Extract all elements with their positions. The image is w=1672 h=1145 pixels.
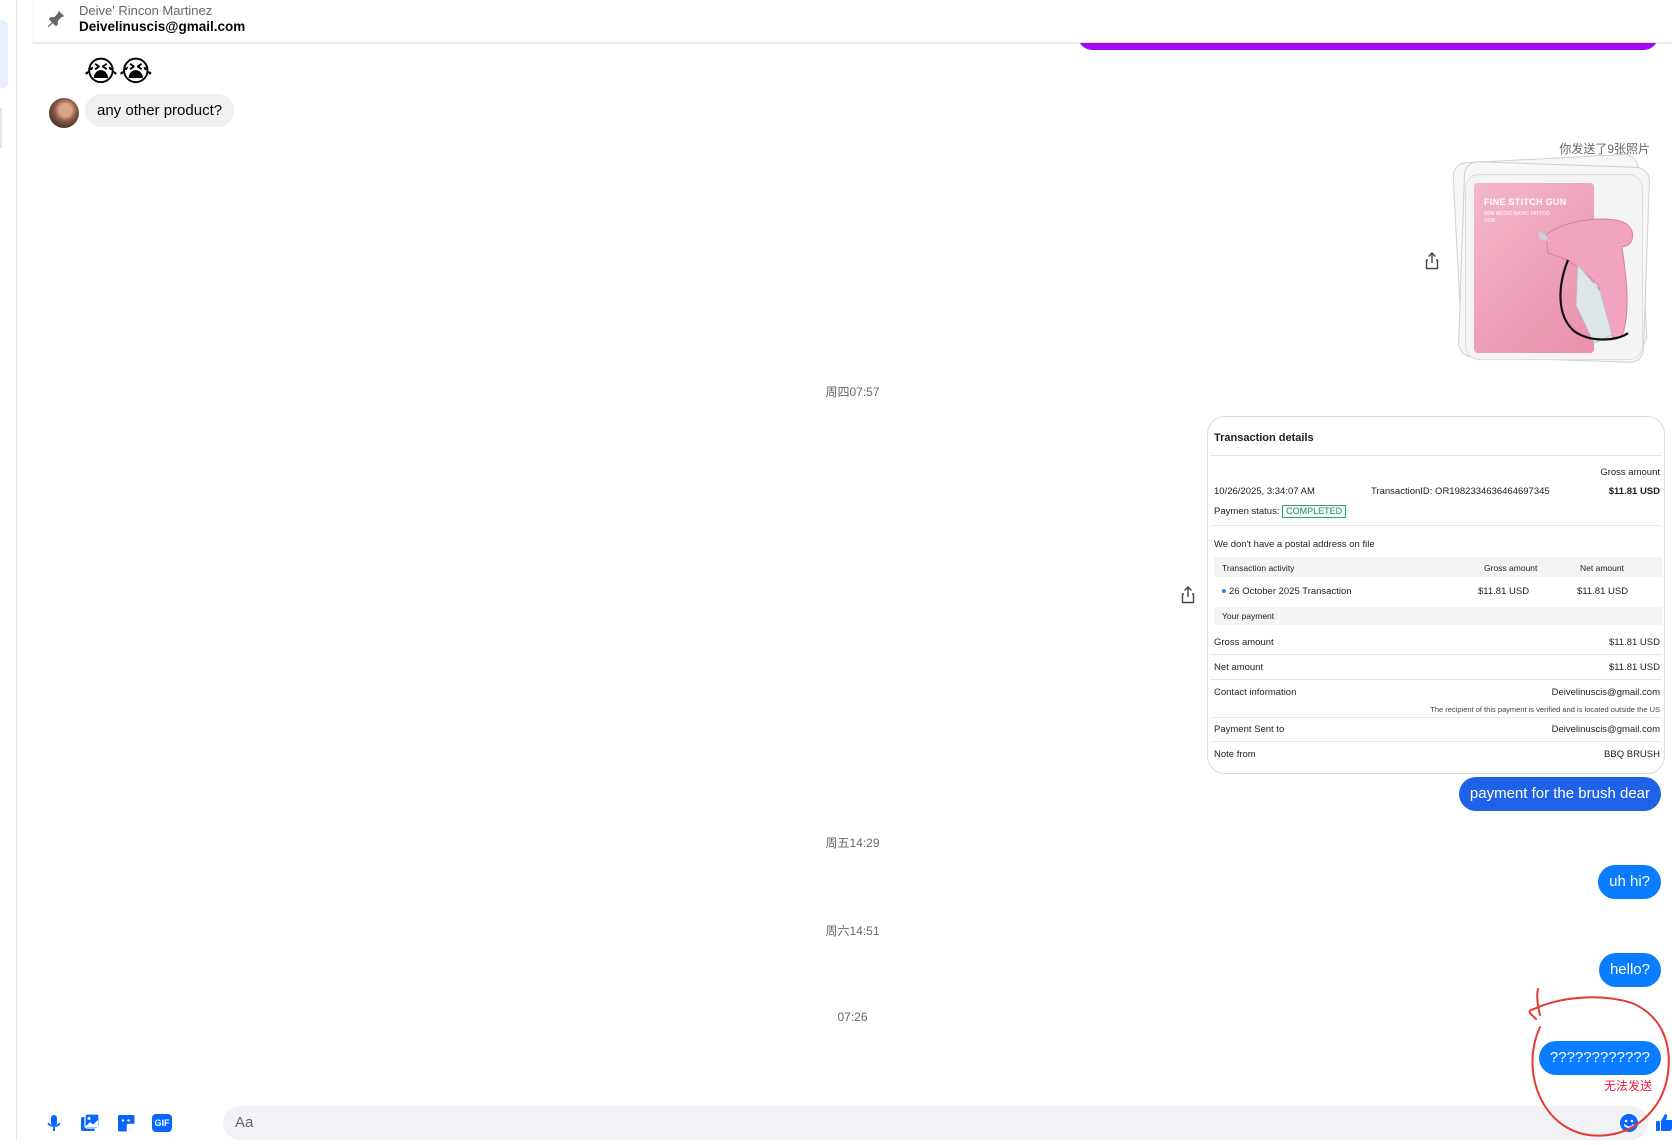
receipt-recipient-note: The recipient of this payment is verifie… xyxy=(1430,705,1660,714)
message-input-placeholder: Aa xyxy=(235,1114,254,1131)
receipt-divider xyxy=(1210,741,1662,742)
emoji-reaction-message: 😭😭 xyxy=(84,56,154,88)
bullet-dot-icon xyxy=(1222,589,1226,594)
contact-email: Deivelinuscis@gmail.com xyxy=(79,19,246,34)
timestamp: 周六14:51 xyxy=(825,924,880,938)
receipt-row-label-text: 26 October 2025 Transaction xyxy=(1229,586,1352,597)
product-photo[interactable]: FINE STITCH GUN MINI MICRO BASIC TATTOO … xyxy=(1465,174,1643,360)
receipt-title: Transaction details xyxy=(1214,432,1314,444)
chat-header: Deive' Rincon Martinez Deivelinuscis@gma… xyxy=(33,0,1672,43)
tag-gun-image xyxy=(1538,218,1634,344)
red-circle-annotation xyxy=(1528,988,1670,1137)
gif-icon[interactable]: GIF xyxy=(152,1114,172,1132)
receipt-gross-header: Gross amount xyxy=(1600,467,1660,478)
receipt-your-payment: Your payment xyxy=(1222,611,1275,621)
receipt-contact-value: Deivelinuscis@gmail.com xyxy=(1551,687,1660,698)
left-rail-selected-indicator xyxy=(0,20,8,88)
receipt-net-label: Net amount xyxy=(1214,662,1264,673)
receipt-divider xyxy=(1210,455,1662,456)
receipt-row-label: 26 October 2025 Transaction xyxy=(1222,586,1352,597)
receipt-row-net: $11.81 USD xyxy=(1577,586,1629,597)
transaction-receipt-image[interactable]: Transaction details Gross amount 10/26/2… xyxy=(1207,416,1665,774)
contact-name: Deive' Rincon Martinez xyxy=(79,3,213,18)
microphone-icon[interactable] xyxy=(44,1113,64,1133)
left-rail-divider xyxy=(0,108,2,148)
timestamp: 周五14:29 xyxy=(825,836,880,850)
photo-icon[interactable] xyxy=(80,1113,100,1133)
receipt-note-label: Note from xyxy=(1214,749,1256,760)
receipt-transaction-id: TransactionID: OR1982334636464697345 xyxy=(1371,486,1550,497)
chat-panel: Deive' Rincon Martinez Deivelinuscis@gma… xyxy=(33,0,1672,1140)
receipt-col-activity: Transaction activity xyxy=(1222,563,1295,573)
receipt-divider xyxy=(1210,654,1662,655)
receipt-status-badge: COMPLETED xyxy=(1282,505,1347,518)
receipt-sent-to-value: Deivelinuscis@gmail.com xyxy=(1551,724,1660,735)
receipt-net-amount: $11.81 USD xyxy=(1608,662,1660,673)
outgoing-message[interactable]: payment for the brush dear xyxy=(1458,777,1661,811)
share-icon[interactable] xyxy=(1424,252,1440,270)
receipt-divider xyxy=(1210,679,1662,680)
receipt-date: 10/26/2025, 3:34:07 AM xyxy=(1214,486,1315,497)
gif-label: GIF xyxy=(154,1118,170,1128)
receipt-contact-label: Contact information xyxy=(1214,687,1297,698)
receipt-status-label: Paymen status: xyxy=(1214,506,1280,517)
receipt-col-gross: Gross amount xyxy=(1484,563,1538,573)
timestamp: 07:26 xyxy=(837,1010,868,1024)
outgoing-message[interactable]: hello? xyxy=(1598,953,1661,987)
receipt-row-gross: $11.81 USD xyxy=(1478,586,1530,597)
incoming-message[interactable]: any other product? xyxy=(85,94,235,127)
avatar[interactable] xyxy=(49,98,79,128)
receipt-gross-amount: $11.81 USD xyxy=(1608,637,1660,648)
left-rail xyxy=(0,0,17,1140)
receipt-postal-note: We don't have a postal address on file xyxy=(1214,539,1375,550)
sticker-icon[interactable] xyxy=(116,1113,136,1133)
receipt-gross-value: $11.81 USD xyxy=(1608,486,1660,497)
receipt-divider xyxy=(1210,717,1662,718)
timestamp: 周四07:57 xyxy=(825,385,880,399)
share-icon[interactable] xyxy=(1180,586,1196,604)
message-input[interactable]: Aa xyxy=(223,1106,1648,1140)
receipt-note-value: BBQ BRUSH xyxy=(1604,749,1660,760)
photo-stack[interactable]: FINE STITCH GUN MINI MICRO BASIC TATTOO … xyxy=(1451,153,1653,364)
receipt-your-payment-bg xyxy=(1214,607,1662,625)
pin-icon[interactable] xyxy=(45,8,67,30)
receipt-sent-to-label: Payment Sent to xyxy=(1214,724,1285,735)
receipt-divider xyxy=(1210,525,1662,526)
receipt-gross-label: Gross amount xyxy=(1214,637,1274,648)
receipt-status: Paymen status: COMPLETED xyxy=(1214,505,1347,518)
receipt-col-net: Net amount xyxy=(1580,563,1624,573)
outgoing-message[interactable]: uh hi? xyxy=(1598,865,1661,899)
